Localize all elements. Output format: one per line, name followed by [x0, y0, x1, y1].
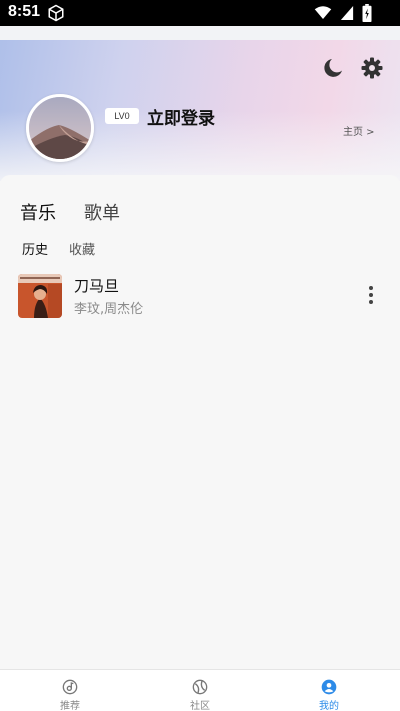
nav-mine[interactable]: 我的	[299, 670, 359, 711]
tab-playlist[interactable]: 歌单	[84, 199, 120, 225]
song-title: 刀马旦	[74, 277, 120, 295]
bottom-nav: 推荐 社区 我的	[0, 669, 400, 711]
subtab-history[interactable]: 历史	[22, 239, 48, 258]
list-item[interactable]: 刀马旦 李玟,周杰伦	[0, 271, 400, 323]
profile-header: LV0 立即登录 主页 >	[0, 26, 400, 181]
nav-discover[interactable]: 推荐	[40, 670, 100, 711]
disc-icon	[62, 679, 78, 695]
nav-label-mine: 我的	[319, 701, 339, 711]
wifi-icon	[314, 6, 332, 19]
homepage-link[interactable]: 主页 >	[343, 123, 375, 138]
battery-icon	[362, 4, 372, 22]
content-panel: 音乐 歌单 历史 收藏 刀马旦 李玟,周杰伦	[0, 175, 400, 669]
nav-community[interactable]: 社区	[170, 670, 230, 711]
gear-icon[interactable]	[360, 56, 384, 80]
level-badge: LV0	[105, 108, 139, 124]
nav-label-community: 社区	[190, 701, 210, 711]
status-bar: 8:51	[0, 0, 400, 26]
album-cover	[18, 274, 62, 318]
status-time: 8:51	[8, 3, 41, 20]
avatar[interactable]	[26, 94, 94, 162]
cube-icon	[48, 4, 64, 22]
nav-label-discover: 推荐	[60, 701, 80, 711]
more-vertical-icon[interactable]	[364, 283, 378, 307]
subtab-favorites[interactable]: 收藏	[69, 239, 95, 258]
community-icon	[192, 679, 208, 695]
signal-icon	[340, 6, 354, 20]
tab-music[interactable]: 音乐	[20, 199, 56, 225]
song-artist: 李玟,周杰伦	[74, 302, 144, 317]
moon-icon[interactable]	[322, 56, 346, 80]
login-button[interactable]: 立即登录	[147, 104, 215, 129]
user-icon	[321, 679, 337, 695]
